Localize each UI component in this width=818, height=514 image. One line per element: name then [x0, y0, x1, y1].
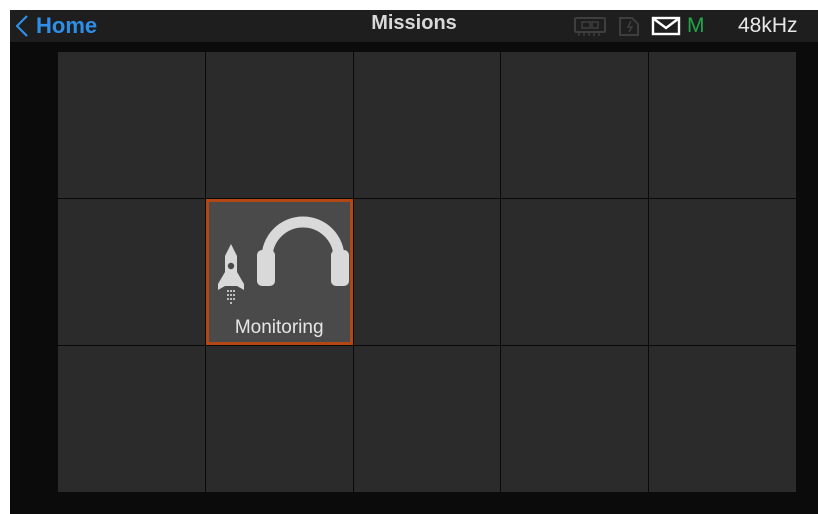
memory-card-icon — [573, 10, 607, 42]
rocket-icon — [217, 244, 244, 306]
grid-cell-empty — [501, 346, 649, 492]
grid-cell-empty — [58, 52, 205, 198]
grid-cell-empty — [58, 199, 205, 345]
top-bar: Home Missions M 48kHz — [10, 10, 818, 42]
mission-tile-monitoring[interactable]: Monitoring — [205, 199, 353, 345]
grid-cell-empty — [353, 199, 501, 345]
grid-cell-empty — [649, 199, 796, 345]
screen: Home Missions M 48kHz Monitoring — [10, 10, 818, 514]
grid-cell-empty — [205, 346, 353, 492]
grid-cell-empty — [501, 52, 649, 198]
missions-grid: Monitoring — [58, 52, 796, 492]
grid-cell-empty — [58, 346, 205, 492]
grid-cell-empty — [205, 52, 353, 198]
grid-cell-empty — [353, 52, 501, 198]
grid-cell-empty — [353, 346, 501, 492]
mode-indicator: M — [687, 14, 705, 37]
sample-rate: 48kHz — [738, 14, 798, 37]
battery-icon — [618, 10, 640, 42]
mail-icon — [651, 10, 681, 42]
mission-tile-label: Monitoring — [234, 317, 324, 338]
headphones-icon — [256, 216, 349, 286]
grid-cell-empty — [501, 199, 649, 345]
grid-cell-empty — [649, 346, 796, 492]
grid-cell-empty — [649, 52, 796, 198]
